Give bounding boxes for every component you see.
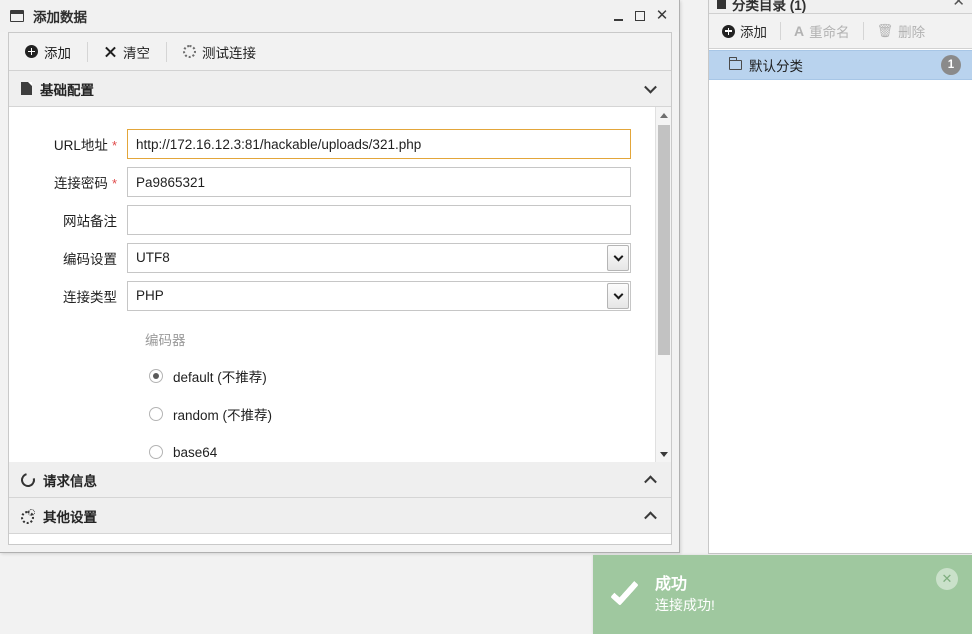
encoder-group-label: 编码器: [145, 333, 186, 348]
clear-button-label: 清空: [123, 45, 150, 61]
category-rename-label: 重命名: [809, 25, 850, 40]
toast-message: 连接成功!: [655, 596, 715, 613]
trash-icon: 🗑: [876, 23, 894, 38]
scroll-down-icon[interactable]: [656, 446, 671, 462]
section-title-request-info: 请求信息: [43, 473, 97, 489]
connection-type-select-value: PHP: [136, 288, 164, 303]
form-row-password: 连接密码 *: [9, 163, 671, 201]
category-panel-title: 分类目录 (1): [717, 0, 806, 13]
chevron-up-icon: [644, 474, 657, 488]
folder-icon: [728, 57, 742, 70]
dialog-body: 添加 清空 测试连接 基础配置 URL地址 * http://172.16.12…: [8, 32, 672, 545]
basic-config-form: URL地址* 连接密码* 网站备注 编码设置 UTF8: [9, 107, 671, 462]
toast-close-icon[interactable]: ✕: [936, 568, 958, 590]
chevron-up-icon: [644, 510, 657, 524]
radio-label-base64: base64: [173, 444, 218, 460]
chevron-down-icon[interactable]: [607, 283, 629, 309]
screen: 分类目录 (1) ✕ 添加 A 重命名 🗑 删除 默认分类 1 添加数据 ✕ 添…: [0, 0, 972, 634]
square-icon: [717, 0, 726, 9]
chevron-down-icon[interactable]: [607, 245, 629, 271]
category-delete-button[interactable]: 🗑 删除: [864, 14, 939, 48]
list-item[interactable]: 默认分类 1: [709, 50, 972, 80]
radio-label-default: default (不推荐): [173, 370, 267, 385]
category-rename-button[interactable]: A 重命名: [781, 14, 863, 48]
success-toast: 成功 连接成功! ✕: [593, 555, 972, 634]
label-url: URL地址 *: [53, 138, 117, 153]
category-panel: 分类目录 (1) ✕ 添加 A 重命名 🗑 删除 默认分类 1: [708, 0, 972, 554]
encoding-select[interactable]: UTF8: [127, 243, 631, 273]
add-button-label: 添加: [44, 45, 71, 61]
dialog-toolbar: 添加 清空 测试连接: [9, 33, 671, 71]
category-delete-label: 删除: [898, 25, 926, 40]
category-add-button[interactable]: 添加: [709, 14, 780, 48]
clear-button[interactable]: 清空: [88, 33, 166, 70]
category-list: 默认分类 1: [709, 49, 972, 80]
label-connection-type: 连接类型: [63, 290, 117, 305]
scrollbar-thumb[interactable]: [658, 125, 670, 355]
spinner-icon: [183, 45, 196, 58]
radio-option-default[interactable]: default (不推荐): [149, 357, 671, 395]
section-title-basic-config: 基础配置: [40, 82, 94, 98]
plus-circle-icon: [722, 24, 735, 38]
encoding-select-value: UTF8: [136, 250, 170, 265]
window-controls: ✕: [607, 0, 673, 32]
add-button[interactable]: 添加: [9, 33, 87, 70]
section-title-other-settings: 其他设置: [43, 509, 97, 525]
radio-label-random: random (不推荐): [173, 408, 273, 423]
form-row-connection-type: 连接类型 PHP: [9, 277, 671, 315]
required-mark: *: [111, 138, 117, 153]
window-icon: [10, 10, 24, 22]
check-icon: [593, 575, 655, 606]
form-row-url: URL地址 *: [9, 125, 671, 163]
plus-circle-icon: [25, 45, 38, 58]
page-title: 添加数据: [33, 10, 87, 25]
radio-icon[interactable]: [149, 445, 163, 459]
toast-content: 成功 连接成功!: [655, 574, 715, 614]
required-mark: *: [111, 176, 117, 191]
category-item-label: 默认分类: [749, 59, 803, 74]
scroll-up-icon[interactable]: [656, 107, 671, 123]
category-panel-titlebar: 分类目录 (1) ✕: [709, 0, 972, 14]
toast-title: 成功: [655, 576, 688, 594]
add-data-dialog: 添加数据 ✕ 添加 清空 测试连接 基础配置 URL地址 * http://17…: [0, 0, 680, 553]
radio-icon[interactable]: [149, 369, 163, 383]
category-add-label: 添加: [740, 25, 767, 40]
close-button[interactable]: ✕: [651, 3, 673, 29]
gears-icon: [21, 508, 35, 524]
label-password: 连接密码 *: [53, 176, 117, 191]
label-encoding: 编码设置: [63, 252, 117, 267]
site-note-input[interactable]: [127, 205, 631, 235]
form-row-encoding: 编码设置 UTF8: [9, 239, 671, 277]
form-scrollbar[interactable]: [655, 107, 671, 462]
url-input[interactable]: [127, 129, 631, 159]
category-panel-toolbar: 添加 A 重命名 🗑 删除: [709, 14, 972, 49]
section-header-basic-config[interactable]: 基础配置: [9, 71, 671, 107]
form-row-note: 网站备注: [9, 201, 671, 239]
refresh-icon: [18, 469, 38, 490]
status-badge: 1: [941, 55, 961, 75]
test-connection-label: 测试连接: [202, 45, 256, 61]
password-input[interactable]: [127, 167, 631, 197]
radio-option-base64[interactable]: base64: [149, 433, 671, 462]
dialog-titlebar[interactable]: 添加数据 ✕: [0, 0, 679, 32]
section-header-other-settings[interactable]: 其他设置: [9, 498, 671, 534]
chevron-down-icon: [644, 80, 657, 94]
document-icon: [21, 82, 32, 95]
radio-icon[interactable]: [149, 407, 163, 421]
section-header-request-info[interactable]: 请求信息: [9, 462, 671, 498]
text-a-icon: A: [794, 23, 805, 39]
x-icon: [104, 45, 117, 58]
label-note: 网站备注: [63, 214, 117, 229]
connection-type-select[interactable]: PHP: [127, 281, 631, 311]
test-connection-button[interactable]: 测试连接: [167, 33, 272, 70]
minimize-button[interactable]: [607, 3, 629, 29]
radio-option-random[interactable]: random (不推荐): [149, 395, 671, 433]
category-panel-close-icon[interactable]: ✕: [952, 0, 965, 11]
maximize-button[interactable]: [629, 3, 651, 29]
